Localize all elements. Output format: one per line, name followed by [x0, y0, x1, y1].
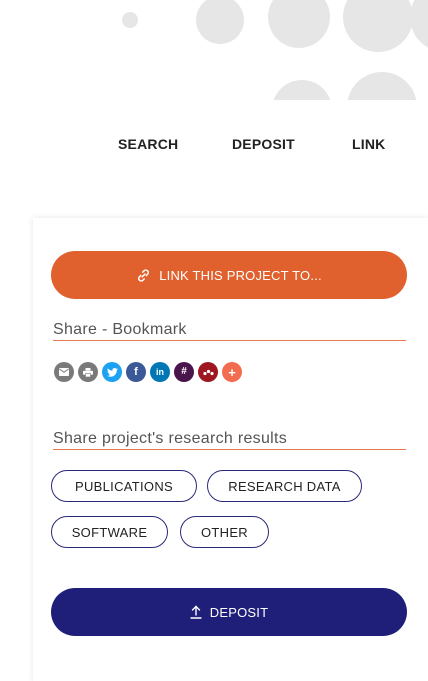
nav-link-link[interactable]: LINK: [352, 136, 385, 152]
more-icon[interactable]: +: [222, 362, 242, 382]
print-icon[interactable]: [78, 362, 98, 382]
linkedin-icon[interactable]: in: [150, 362, 170, 382]
nav-deposit-link[interactable]: DEPOSIT: [232, 136, 295, 152]
email-icon[interactable]: [54, 362, 74, 382]
top-navigation: SEARCH DEPOSIT LINK: [0, 136, 428, 156]
mendeley-icon[interactable]: [198, 362, 218, 382]
deposit-label: DEPOSIT: [209, 604, 269, 620]
other-button[interactable]: OTHER: [180, 516, 269, 548]
twitter-icon[interactable]: [102, 362, 122, 382]
link-icon: [136, 268, 151, 283]
facebook-icon[interactable]: f: [126, 362, 146, 382]
link-project-button[interactable]: LINK THIS PROJECT TO...: [51, 251, 407, 299]
project-actions-card: LINK THIS PROJECT TO... Share - Bookmark…: [33, 218, 428, 681]
share-bookmark-heading: Share - Bookmark: [53, 321, 406, 341]
research-data-button[interactable]: RESEARCH DATA: [207, 470, 362, 502]
deposit-button[interactable]: DEPOSIT: [51, 588, 407, 636]
decorative-dot-pattern: [0, 0, 428, 100]
upload-icon: [190, 605, 202, 619]
link-project-label: LINK THIS PROJECT TO...: [159, 267, 322, 283]
social-share-icons: f in # +: [54, 362, 242, 382]
nav-search-link[interactable]: SEARCH: [118, 136, 178, 152]
software-button[interactable]: SOFTWARE: [51, 516, 168, 548]
research-results-heading: Share project's research results: [53, 430, 406, 450]
publications-button[interactable]: PUBLICATIONS: [51, 470, 197, 502]
slack-icon[interactable]: #: [174, 362, 194, 382]
